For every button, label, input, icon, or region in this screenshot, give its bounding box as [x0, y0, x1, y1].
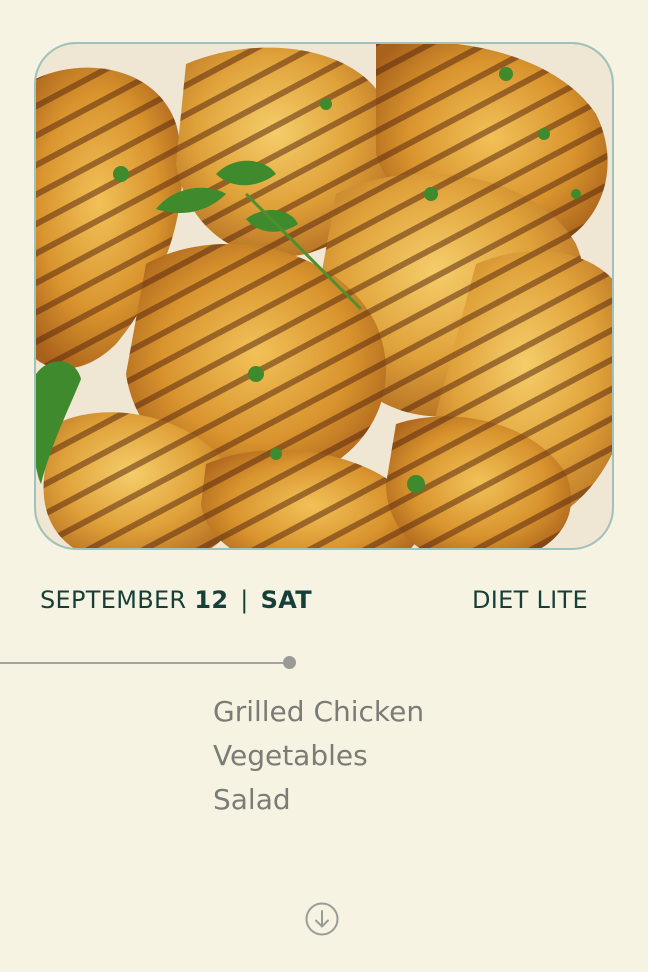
meal-item-salad: Salad — [213, 783, 291, 816]
scroll-down-button[interactable] — [305, 902, 339, 936]
date-weekday: SAT — [260, 586, 312, 614]
meal-items-list: Grilled Chicken Vegetables Salad — [213, 690, 424, 822]
meal-item-vegetables: Vegetables — [213, 739, 368, 772]
divider-line — [0, 662, 290, 664]
grilled-chicken-image — [36, 44, 612, 548]
meal-item-grilled-chicken: Grilled Chicken — [213, 695, 425, 728]
diet-plan-label: DIET LITE — [472, 586, 588, 614]
meal-photo — [34, 42, 614, 550]
date-month: SEPTEMBER — [40, 586, 187, 614]
date-separator: | — [240, 586, 249, 614]
divider-dot — [283, 656, 296, 669]
arrow-down-circle-icon — [305, 902, 339, 936]
date-day: 12 — [194, 586, 229, 614]
meal-date: SEPTEMBER 12 | SAT — [40, 586, 312, 614]
